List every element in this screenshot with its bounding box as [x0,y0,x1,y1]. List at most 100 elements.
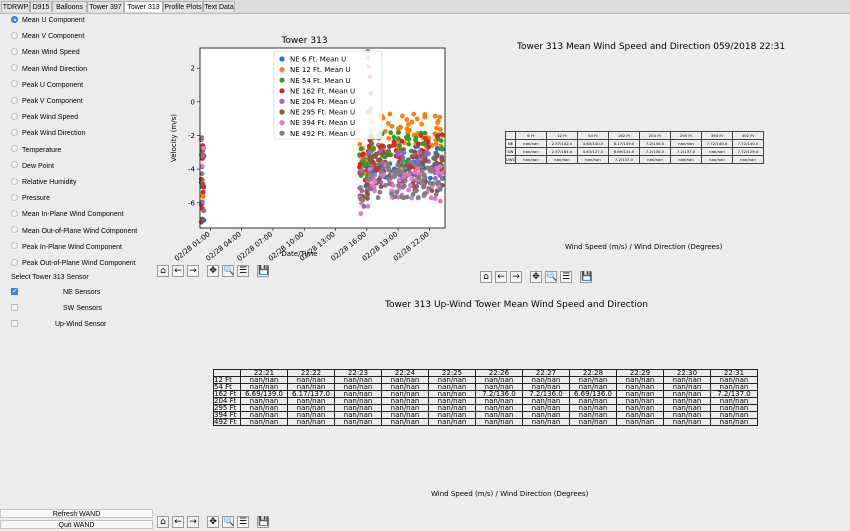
data-point [388,130,394,136]
radio-button-icon[interactable] [11,177,18,185]
home-icon[interactable]: ⌂ [157,516,169,528]
data-point [413,162,418,168]
sensor-checkbox-row[interactable]: SW Sensors [11,303,102,315]
home-icon[interactable]: ⌂ [480,271,492,283]
radio-button-icon[interactable] [11,145,18,153]
legend-label: NE 54 Ft. Mean U [290,77,351,85]
radio-button-icon[interactable] [11,96,18,104]
radio-option[interactable]: Temperature [11,145,61,157]
legend-label: NE 394 Ft. Mean U [290,119,355,127]
radio-option[interactable]: Dew Point [11,161,54,173]
tab-text-data[interactable]: Text Data [203,1,235,12]
back-arrow-icon[interactable]: ← [495,271,507,283]
radio-button-icon[interactable] [11,15,18,23]
table-cell: 2.57/184.0 [545,147,578,156]
radio-option[interactable]: Peak Wind Speed [11,112,78,124]
table-cell: nan/nan [669,139,702,148]
quit-button[interactable]: Quit WAND [0,520,153,529]
table-cell [505,131,516,140]
chart-area: Tower 313 2 0 -2 -4 -6 02/28 01:00 02/28 04:00 0… [155,30,455,263]
data-point [386,144,392,149]
data-point [395,162,401,168]
radio-button-icon[interactable] [11,129,18,137]
forward-arrow-icon[interactable]: → [187,265,199,277]
radio-option[interactable]: Pressure [11,193,50,205]
save-icon[interactable]: 💾 [580,271,592,283]
radio-button-icon[interactable] [11,80,18,88]
refresh-button[interactable]: Refresh WAND [0,509,153,518]
tab-balloons[interactable]: Balloons [52,1,87,12]
configure-icon[interactable]: ☰ [237,265,249,277]
pan-icon[interactable]: ✥ [207,516,219,528]
radio-option[interactable]: Peak Out-of-Plane Wind Component [11,258,136,270]
data-point [435,180,440,186]
radio-button-icon[interactable] [11,242,18,250]
data-point [426,186,432,191]
table-row: 492 Ft nan/nan nan/nan nan/nan nan/nan nan/na… [213,418,758,426]
data-point [421,183,427,188]
pan-icon[interactable]: ✥ [207,265,219,277]
table-cell: 7.2/137.0 [607,155,640,164]
data-point [377,189,383,195]
radio-option[interactable]: Mean Wind Direction [11,64,87,76]
radio-option-label: Mean V Component [22,33,85,41]
sensor-label: Up-Wind Sensor [55,321,107,328]
legend-marker [279,120,285,126]
radio-button-icon[interactable] [11,48,18,56]
table-cell: SW [505,147,516,156]
save-icon[interactable]: 💾 [257,516,269,528]
radio-button-icon[interactable] [11,112,18,120]
table-cell: 12 Ft [545,131,578,140]
radio-option[interactable]: Peak In-Plane Wind Component [11,242,122,254]
radio-option[interactable]: Peak U Component [11,80,83,92]
radio-option[interactable]: Mean In-Plane Wind Component [11,209,124,221]
home-icon[interactable]: ⌂ [157,265,169,277]
save-icon[interactable]: 💾 [257,265,269,277]
tab-d915[interactable]: D915 [30,1,52,12]
radio-button-icon[interactable] [11,161,18,169]
checkbox-icon[interactable] [11,319,18,327]
radio-option[interactable]: Mean U Component [11,15,85,27]
back-arrow-icon[interactable]: ← [172,516,184,528]
sensor-checkbox-row[interactable]: NE Sensors [11,286,100,299]
data-point [391,134,397,140]
data-point [409,119,415,125]
radio-option[interactable]: Mean Wind Speed [11,47,80,59]
velocity-chart[interactable]: Tower 31320-2-4-602/28 01:0002/28 04:000… [155,30,455,263]
radio-button-icon[interactable] [11,193,18,201]
back-arrow-icon[interactable]: ← [172,265,184,277]
radio-option-label: Dew Point [22,162,54,170]
tab-tower-313[interactable]: Tower 313 [124,1,163,12]
tab-tower-397[interactable]: Tower 397 [87,1,124,12]
data-point [413,154,419,160]
radio-option[interactable]: Mean Out-of-Plane Wind Component [11,226,137,238]
data-point [396,177,402,183]
tab-profile-plots[interactable]: Profile Plots [163,1,203,12]
configure-icon[interactable]: ☰ [560,271,572,283]
table-cell: nan/nan [638,155,671,164]
checkbox-icon[interactable] [11,286,18,298]
checkbox-icon[interactable] [11,303,18,311]
data-point [435,118,441,124]
radio-button-icon[interactable] [11,210,18,218]
sensor-checkbox-row[interactable]: Up-Wind Sensor [11,319,106,331]
radio-option[interactable]: Mean V Component [11,31,84,43]
radio-option[interactable]: Peak Wind Direction [11,128,85,140]
data-point [427,180,432,186]
radio-option[interactable]: Peak V Component [11,96,83,108]
forward-arrow-icon[interactable]: → [510,271,522,283]
radio-button-icon[interactable] [11,64,18,72]
zoom-icon[interactable]: 🔍 [545,271,557,283]
radio-button-icon[interactable] [11,258,18,266]
pan-icon[interactable]: ✥ [530,271,542,283]
radio-button-icon[interactable] [11,226,18,234]
data-point [426,144,432,150]
legend-marker [279,98,285,104]
configure-icon[interactable]: ☰ [237,516,249,528]
zoom-icon[interactable]: 🔍 [222,265,234,277]
tab-tdrwp[interactable]: TDRWP [1,1,30,12]
radio-button-icon[interactable] [11,31,18,39]
radio-option[interactable]: Relative Humidity [11,177,76,189]
forward-arrow-icon[interactable]: → [187,516,199,528]
zoom-icon[interactable]: 🔍 [222,516,234,528]
